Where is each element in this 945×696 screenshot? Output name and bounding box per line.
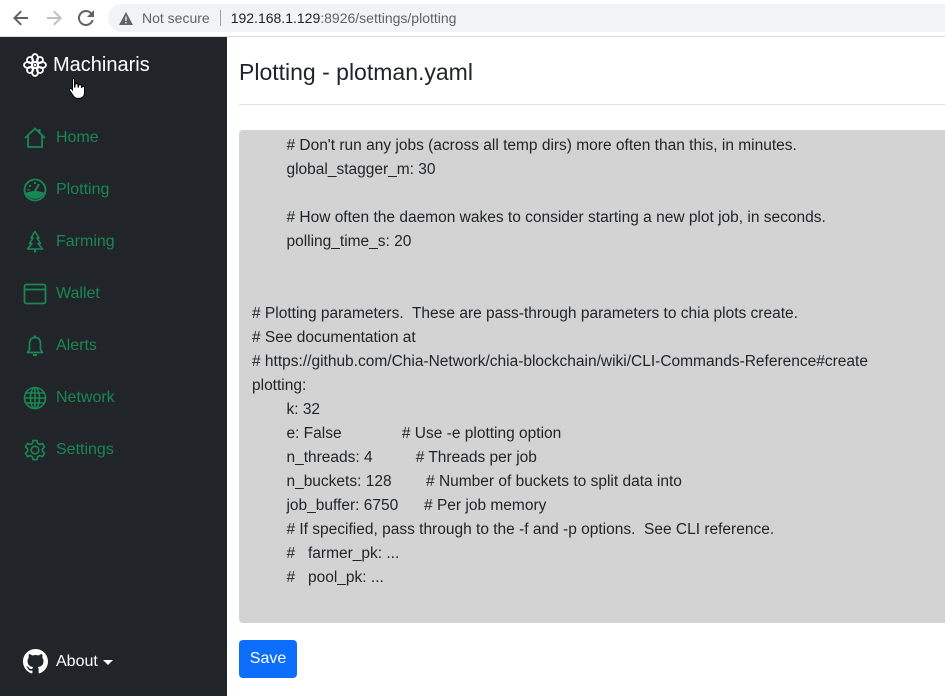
- url-path: :8926/settings/plotting: [320, 10, 457, 26]
- editor-line: # Don't run any jobs (across all temp di…: [252, 137, 797, 154]
- editor-line: global_stagger_m: 30: [252, 161, 436, 178]
- editor-line: n_threads: 4 # Threads per job: [252, 449, 537, 466]
- config-editor-textarea[interactable]: # Don't run any jobs (across all temp di…: [239, 130, 945, 623]
- editor-line: # See documentation at: [252, 329, 416, 346]
- editor-line: # farmer_pk: ...: [252, 545, 400, 562]
- caret-down-icon: [102, 660, 113, 665]
- sidebar-item-label: Home: [56, 129, 99, 146]
- reload-button[interactable]: [75, 7, 97, 29]
- sidebar-item-wallet[interactable]: Wallet: [22, 268, 115, 320]
- github-icon: [23, 649, 48, 674]
- speedometer-icon: [22, 177, 48, 203]
- sidebar-item-label: Wallet: [56, 285, 100, 302]
- forward-button[interactable]: [43, 7, 65, 29]
- sidebar-item-label: Alerts: [56, 337, 97, 354]
- wallet-icon: [22, 281, 48, 307]
- sidebar: Machinaris Home Plotting Farming Wallet …: [0, 37, 227, 696]
- browser-toolbar: Not secure 192.168.1.129:8926/settings/p…: [0, 0, 945, 37]
- editor-line: job_buffer: 6750 # Per job memory: [252, 497, 547, 514]
- title-divider: [239, 104, 945, 105]
- page-title: Plotting - plotman.yaml: [239, 59, 473, 85]
- sidebar-item-plotting[interactable]: Plotting: [22, 164, 115, 216]
- editor-line: e: False # Use -e plotting option: [252, 425, 562, 442]
- main-content: Plotting - plotman.yaml # Don't run any …: [227, 37, 945, 696]
- back-button[interactable]: [10, 7, 32, 29]
- editor-line: # If specified, pass through to the -f a…: [252, 521, 775, 538]
- sidebar-item-label: Network: [56, 389, 115, 406]
- sidebar-item-label: Settings: [56, 441, 114, 458]
- editor-line: k: 32: [252, 401, 321, 418]
- brand-name: Machinaris: [53, 53, 150, 76]
- arrow-left-icon: [13, 10, 28, 26]
- editor-line: n_buckets: 128 # Number of buckets to sp…: [252, 473, 682, 490]
- sidebar-item-settings[interactable]: Settings: [22, 424, 115, 476]
- editor-line: # pool_pk: ...: [252, 569, 384, 586]
- editor-line: # Plotting parameters. These are pass-th…: [252, 305, 798, 322]
- url-host: 192.168.1.129: [230, 10, 321, 26]
- save-button[interactable]: Save: [239, 640, 297, 678]
- brand-link[interactable]: Machinaris: [23, 53, 150, 77]
- gear-icon: [22, 437, 48, 463]
- about-dropdown[interactable]: About: [23, 649, 113, 674]
- sidebar-nav: Home Plotting Farming Wallet Alerts Netw…: [22, 112, 115, 476]
- warning-icon: [118, 10, 134, 26]
- omnibox-divider: [219, 10, 221, 26]
- sidebar-item-label: Farming: [56, 233, 115, 250]
- hand-cursor-icon: [69, 78, 85, 99]
- address-bar[interactable]: Not secure 192.168.1.129:8926/settings/p…: [108, 4, 945, 32]
- sidebar-item-alerts[interactable]: Alerts: [22, 320, 115, 372]
- about-label: About: [56, 652, 98, 670]
- arrow-right-icon: [47, 10, 62, 26]
- flower-logo-icon: [23, 53, 47, 77]
- sidebar-item-farming[interactable]: Farming: [22, 216, 115, 268]
- sidebar-item-home[interactable]: Home: [22, 112, 115, 164]
- reload-icon: [78, 10, 94, 26]
- editor-line: polling_time_s: 20: [252, 233, 412, 250]
- house-icon: [22, 125, 48, 151]
- globe-icon: [22, 385, 48, 411]
- editor-line: plotting:: [252, 377, 307, 394]
- sidebar-item-network[interactable]: Network: [22, 372, 115, 424]
- sidebar-item-label: Plotting: [56, 181, 110, 198]
- tree-icon: [22, 229, 48, 255]
- bell-icon: [22, 333, 48, 359]
- security-label: Not secure: [142, 10, 210, 26]
- editor-line: # How often the daemon wakes to consider…: [252, 209, 826, 226]
- editor-line: # https://github.com/Chia-Network/chia-b…: [252, 353, 868, 370]
